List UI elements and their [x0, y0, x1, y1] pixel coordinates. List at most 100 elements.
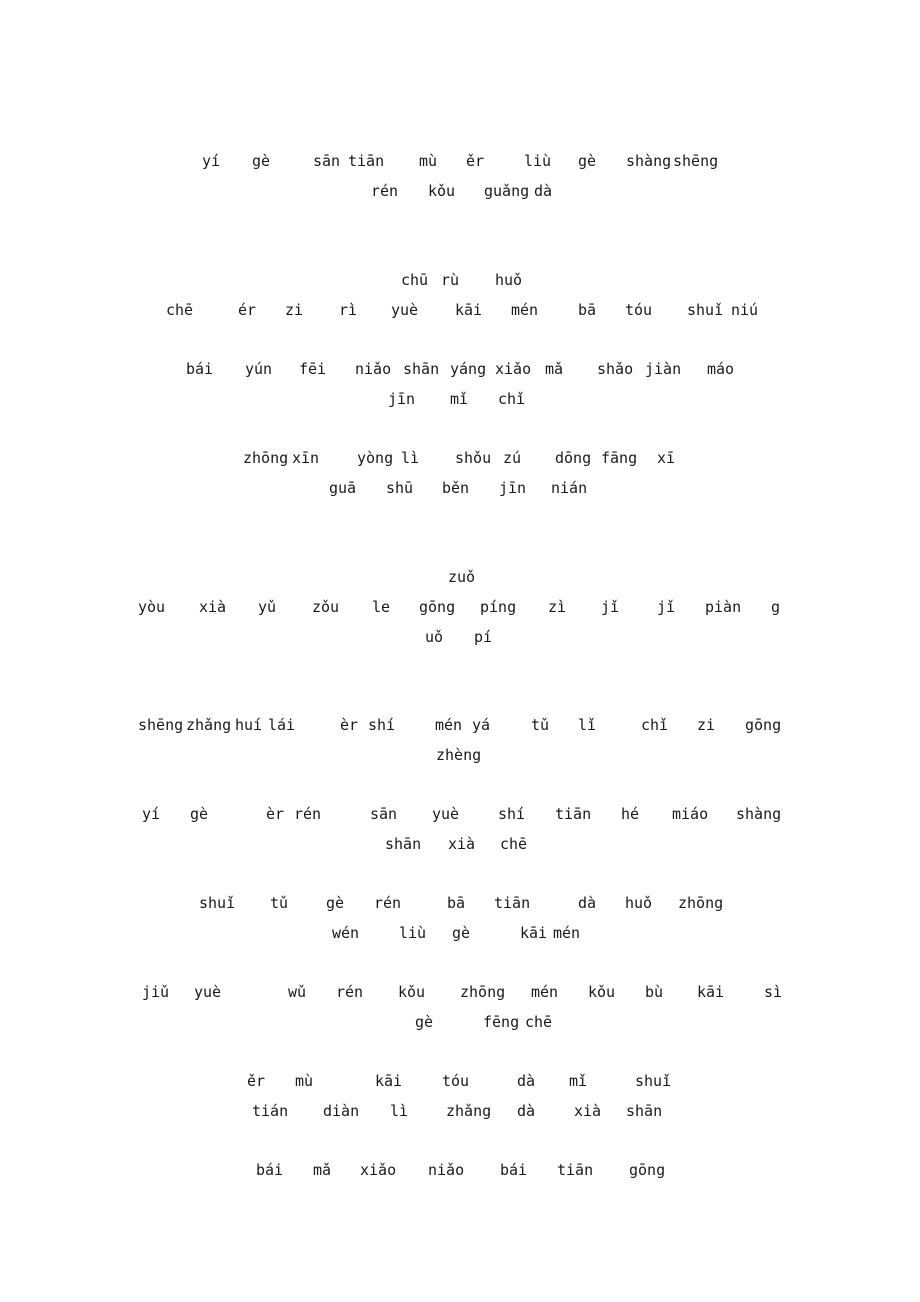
pinyin-token: rén: [371, 182, 399, 200]
pinyin-token: yòu: [138, 598, 166, 616]
pinyin-token: shān: [385, 835, 422, 853]
pinyin-token: shān: [403, 360, 440, 378]
pinyin-token: jīn: [499, 479, 527, 497]
pinyin-token: mù: [419, 152, 438, 170]
pinyin-token: lǐ: [578, 716, 597, 734]
pinyin-token: tiān: [348, 152, 385, 170]
pinyin-token: zhǎng: [186, 716, 232, 734]
pinyin-token: mén: [511, 301, 539, 319]
pinyin-token: shí: [368, 716, 396, 734]
pinyin-token: sān: [370, 805, 398, 823]
pinyin-token: g: [771, 598, 781, 616]
pinyin-token: mén: [531, 983, 559, 1001]
pinyin-token: yá: [472, 716, 491, 734]
pinyin-token: huǒ: [495, 271, 523, 289]
pinyin-token: bā: [447, 894, 466, 912]
pinyin-token: bái: [256, 1161, 284, 1179]
pinyin-token: liù: [524, 152, 552, 170]
pinyin-token: zi: [285, 301, 304, 319]
pinyin-token: shàng: [736, 805, 782, 823]
pinyin-token: gōng: [745, 716, 782, 734]
pinyin-token: kāi: [697, 983, 725, 1001]
pinyin-token: gōng: [419, 598, 456, 616]
pinyin-token: fāng: [601, 449, 638, 467]
pinyin-token: guǎng: [484, 182, 530, 200]
pinyin-token: chē: [500, 835, 528, 853]
pinyin-token: zì: [548, 598, 567, 616]
pinyin-token: shēng: [138, 716, 184, 734]
pinyin-token: uǒ: [425, 628, 444, 646]
pinyin-token: dōng: [555, 449, 592, 467]
pinyin-token: mǎ: [545, 360, 564, 378]
pinyin-token: shuǐ: [635, 1072, 672, 1090]
pinyin-token: ér: [238, 301, 257, 319]
pinyin-token: shān: [626, 1102, 663, 1120]
pinyin-token: yòng: [357, 449, 394, 467]
pinyin-token: rén: [294, 805, 322, 823]
pinyin-token: miáo: [672, 805, 709, 823]
pinyin-token: kāi: [455, 301, 483, 319]
pinyin-token: gè: [578, 152, 597, 170]
pinyin-token: ěr: [466, 152, 485, 170]
pinyin-token: zhōng: [243, 449, 289, 467]
pinyin-token: dà: [517, 1072, 536, 1090]
pinyin-token: sān: [313, 152, 341, 170]
pinyin-token: píng: [480, 598, 517, 616]
pinyin-token: jǐ: [657, 598, 676, 616]
pinyin-token: xiǎo: [495, 360, 532, 378]
pinyin-token: yí: [202, 152, 221, 170]
pinyin-token: xīn: [292, 449, 320, 467]
pinyin-token: shǒu: [455, 449, 492, 467]
pinyin-token: yáng: [450, 360, 487, 378]
pinyin-token: zhǎng: [446, 1102, 492, 1120]
pinyin-token: shēng: [673, 152, 719, 170]
pinyin-token: èr: [266, 805, 285, 823]
pinyin-token: tiān: [557, 1161, 594, 1179]
pinyin-token: mù: [295, 1072, 314, 1090]
pinyin-token: chū: [401, 271, 429, 289]
pinyin-token: rì: [339, 301, 358, 319]
pinyin-token: mén: [435, 716, 463, 734]
pinyin-token: shuǐ: [199, 894, 236, 912]
pinyin-token: yí: [142, 805, 161, 823]
pinyin-token: shàng: [626, 152, 672, 170]
pinyin-token: bā: [578, 301, 597, 319]
pinyin-token: wǔ: [288, 983, 307, 1001]
pinyin-token: gè: [326, 894, 345, 912]
pinyin-token: tǔ: [531, 716, 550, 734]
pinyin-token: kǒu: [428, 182, 456, 200]
pinyin-token: chē: [166, 301, 194, 319]
pinyin-token: mǐ: [569, 1072, 588, 1090]
pinyin-token: chǐ: [498, 390, 526, 408]
pinyin-token: yuè: [432, 805, 460, 823]
pinyin-token: nián: [551, 479, 588, 497]
pinyin-token: zú: [503, 449, 522, 467]
pinyin-token: rén: [374, 894, 402, 912]
pinyin-token: máo: [707, 360, 735, 378]
pinyin-token: chē: [525, 1013, 553, 1031]
pinyin-token: yún: [245, 360, 273, 378]
pinyin-token: niú: [731, 301, 759, 319]
pinyin-token: sì: [764, 983, 783, 1001]
pinyin-token: yǔ: [258, 598, 277, 616]
pinyin-token: piàn: [705, 598, 742, 616]
pinyin-token: kāi: [520, 924, 548, 942]
pinyin-token: tóu: [442, 1072, 470, 1090]
pinyin-token: mén: [553, 924, 581, 942]
pinyin-token: dà: [517, 1102, 536, 1120]
pinyin-token: tiān: [555, 805, 592, 823]
pinyin-token: zǒu: [312, 598, 340, 616]
pinyin-token: lái: [268, 716, 296, 734]
pinyin-token: xià: [448, 835, 476, 853]
pinyin-token: jīn: [388, 390, 416, 408]
pinyin-token: xī: [657, 449, 676, 467]
pinyin-token: fēng: [483, 1013, 520, 1031]
pinyin-token: tián: [252, 1102, 289, 1120]
pinyin-token: liù: [399, 924, 427, 942]
pinyin-token: tǔ: [270, 894, 289, 912]
pinyin-token: dà: [534, 182, 553, 200]
pinyin-token: lì: [390, 1102, 409, 1120]
pinyin-token: dà: [578, 894, 597, 912]
pinyin-token: gè: [252, 152, 271, 170]
pinyin-token: shǎo: [597, 360, 634, 378]
